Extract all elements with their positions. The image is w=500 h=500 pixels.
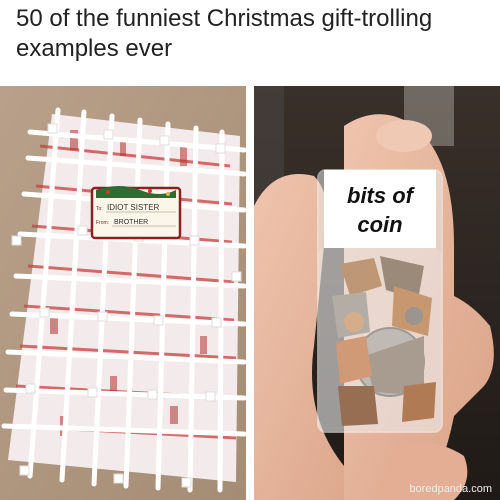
gift-tag: To: IDIOT SISTER From: BROTHER [90, 186, 182, 240]
tag-from-name: BROTHER [114, 219, 148, 226]
tag-to-name: IDIOT SISTER [107, 203, 160, 212]
label-line-2: coin [357, 212, 402, 237]
tag-from-label: From: [96, 220, 109, 226]
tag-to-label: To: [96, 206, 103, 212]
coin-container: bits of coin [317, 169, 443, 433]
bits-of-coin-image: bits of coin boredpanda.com [254, 86, 500, 500]
watermark-credit: boredpanda.com [409, 483, 492, 495]
zip-tie-gift-image: To: IDIOT SISTER From: BROTHER [0, 86, 246, 500]
photo-bits-of-coin: bits of coin boredpanda.com [254, 86, 500, 500]
label-line-1: bits of [347, 183, 416, 208]
photo-zip-tie-gift: To: IDIOT SISTER From: BROTHER [0, 86, 246, 500]
post-caption: 50 of the funniest Christmas gift-trolli… [16, 5, 433, 62]
